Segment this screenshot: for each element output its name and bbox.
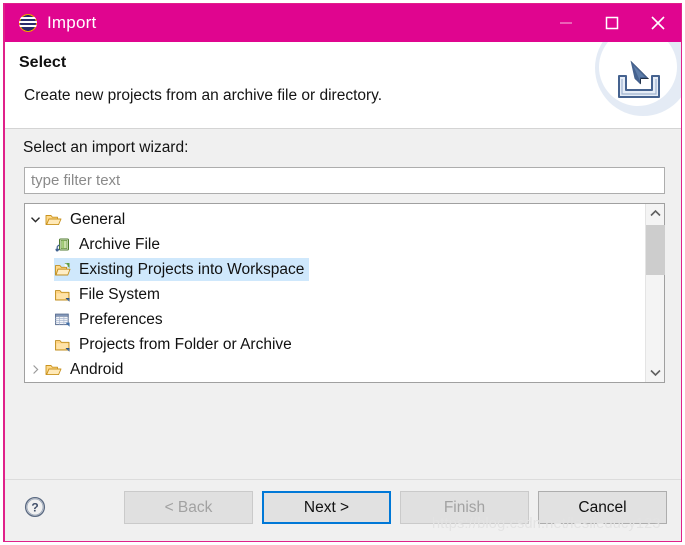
wizard-tree-list[interactable]: General Archive File Existing Projects int…: [25, 204, 645, 382]
finish-button: Finish: [400, 491, 529, 524]
tree-item-existing-projects-into-workspace[interactable]: Existing Projects into Workspace: [25, 257, 645, 282]
help-question-icon[interactable]: ?: [24, 496, 46, 518]
window-title: Import: [47, 13, 97, 32]
tree-item-label: Android: [70, 360, 124, 378]
svg-text:?: ?: [31, 501, 38, 515]
next-button[interactable]: Next >: [262, 491, 391, 524]
chevron-right-icon[interactable]: [25, 364, 45, 375]
wizard-footer: ? < Back Next > Finish Cancel: [5, 479, 681, 541]
folder-icon: [54, 286, 74, 304]
tree-item-projects-from-folder-or-archive[interactable]: Projects from Folder or Archive: [25, 332, 645, 357]
chevron-down-icon[interactable]: [646, 363, 665, 382]
filter-input[interactable]: [24, 167, 665, 194]
chevron-down-icon[interactable]: [25, 214, 45, 225]
wizard-tree-panel: General Archive File Existing Projects int…: [24, 203, 665, 383]
tree-item-android[interactable]: Android: [25, 357, 645, 382]
wizard-header: Select Create new projects from an archi…: [5, 42, 681, 129]
tree-item-content[interactable]: Preferences: [54, 308, 168, 331]
window-controls: [543, 4, 681, 42]
tree-item-label: Preferences: [79, 310, 163, 328]
tree-item-content[interactable]: Existing Projects into Workspace: [54, 258, 310, 281]
folder-icon: [54, 336, 74, 354]
select-wizard-label: Select an import wizard:: [23, 139, 189, 156]
archive-file-icon: [54, 236, 74, 254]
tree-scrollbar[interactable]: [645, 204, 665, 382]
import-tray-arrow-icon: [618, 60, 660, 98]
import-wizard-dialog: Import Select Create new projects from a…: [3, 3, 682, 542]
tree-item-content[interactable]: Android: [45, 358, 128, 381]
header-icon-area: [595, 42, 681, 128]
tree-item-content[interactable]: General: [45, 208, 130, 231]
chevron-up-icon[interactable]: [646, 204, 665, 223]
open-folder-icon: [45, 361, 65, 379]
tree-item-label: Existing Projects into Workspace: [79, 260, 305, 278]
tree-item-content[interactable]: Archive File: [54, 233, 165, 256]
close-icon[interactable]: [635, 4, 681, 42]
open-folder-icon: [45, 211, 65, 229]
tree-item-label: Projects from Folder or Archive: [79, 335, 292, 353]
eclipse-sphere-icon: [19, 14, 37, 32]
minimize-icon[interactable]: [543, 4, 589, 42]
tree-item-file-system[interactable]: File System: [25, 282, 645, 307]
import-folder-icon: [54, 261, 74, 279]
page-title: Select: [19, 54, 67, 71]
scrollbar-thumb[interactable]: [646, 225, 665, 275]
tree-item-label: Archive File: [79, 235, 160, 253]
maximize-icon[interactable]: [589, 4, 635, 42]
tree-item-archive-file[interactable]: Archive File: [25, 232, 645, 257]
tree-item-label: General: [70, 210, 126, 228]
wizard-button-row: < Back Next > Finish Cancel: [124, 491, 667, 524]
back-button: < Back: [124, 491, 253, 524]
page-description: Create new projects from an archive file…: [24, 87, 383, 104]
wizard-body: Select an import wizard: General Archive …: [5, 129, 681, 479]
title-bar: Import: [5, 4, 681, 42]
cancel-button[interactable]: Cancel: [538, 491, 667, 524]
tree-item-general[interactable]: General: [25, 207, 645, 232]
tree-item-preferences[interactable]: Preferences: [25, 307, 645, 332]
tree-item-content[interactable]: File System: [54, 283, 165, 306]
tree-item-content[interactable]: Projects from Folder or Archive: [54, 333, 297, 356]
preferences-icon: [54, 311, 74, 329]
tree-item-label: File System: [79, 285, 160, 303]
